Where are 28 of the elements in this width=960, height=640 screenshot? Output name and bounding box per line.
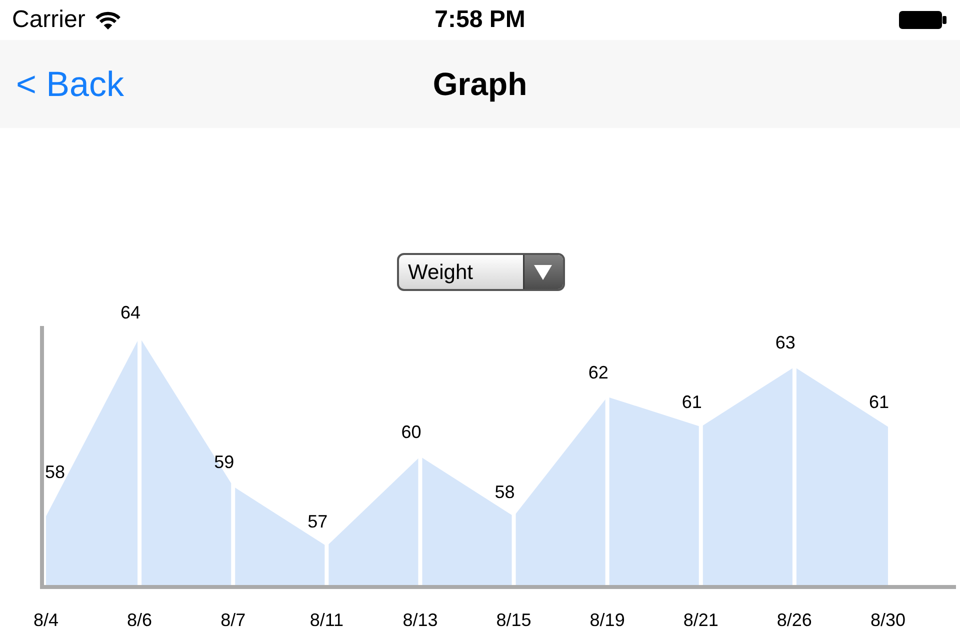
back-button[interactable]: < Back <box>16 66 124 102</box>
x-axis-label: 8/15 <box>496 610 532 630</box>
x-axis-label: 8/11 <box>310 610 344 630</box>
carrier-name: Carrier <box>12 8 86 32</box>
data-label: 61 <box>682 392 702 412</box>
data-label: 58 <box>44 462 66 482</box>
page-title: Graph <box>432 68 528 100</box>
x-axis-label: 8/6 <box>127 610 152 630</box>
data-label: 64 <box>120 302 141 323</box>
data-label: 61 <box>868 392 890 412</box>
data-label: 59 <box>214 452 234 472</box>
x-axis-label: 8/21 <box>683 610 718 630</box>
wifi-icon <box>95 10 122 30</box>
x-axis-label: 8/13 <box>402 610 438 630</box>
x-axis-label: 8/4 <box>33 610 59 630</box>
x-axis-label: 8/7 <box>220 610 246 630</box>
battery-icon <box>899 11 947 29</box>
caret-icon <box>523 255 563 289</box>
data-label: 57 <box>308 512 328 532</box>
x-axis-label: 8/19 <box>590 610 625 630</box>
data-label: 58 <box>494 482 515 502</box>
data-label: 62 <box>588 362 608 382</box>
data-label: 60 <box>401 422 422 442</box>
x-axis-label: 8/26 <box>776 610 812 630</box>
metric-dropdown[interactable]: Weight <box>397 253 565 291</box>
data-label: 63 <box>775 332 796 352</box>
clock-time: 7:58 PM <box>434 8 526 32</box>
x-axis-label: 8/30 <box>870 610 906 630</box>
